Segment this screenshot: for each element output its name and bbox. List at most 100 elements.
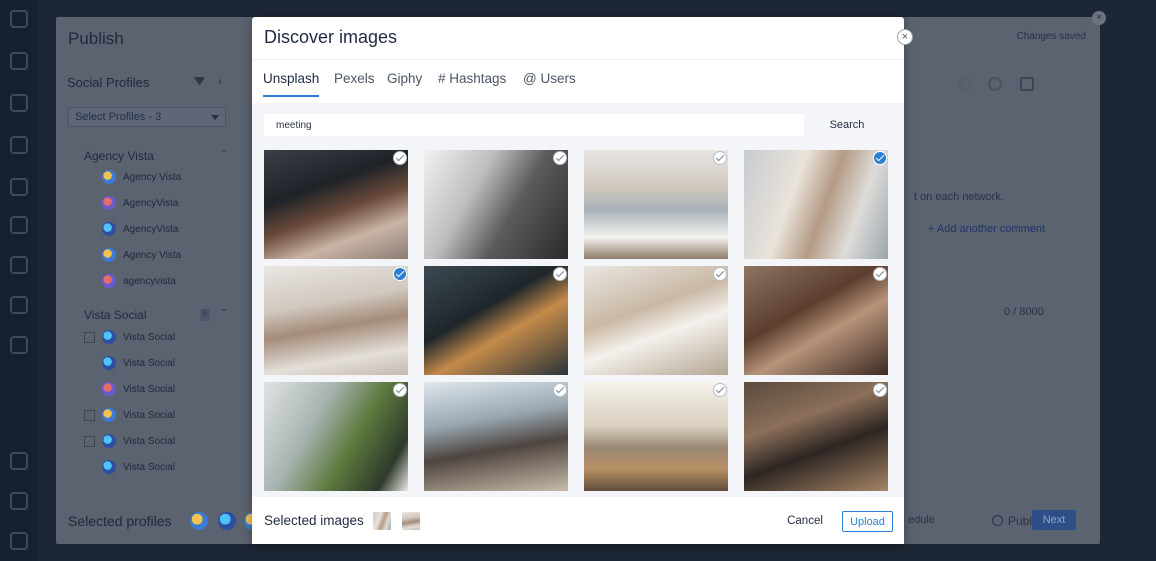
selected-profile-avatar[interactable] (190, 512, 208, 530)
chevron-up-icon[interactable]: ⌃ (220, 308, 228, 319)
chat-icon[interactable] (10, 178, 28, 196)
profile-row[interactable]: Vista Social (84, 355, 234, 373)
profile-row[interactable]: agencyvista (84, 273, 234, 291)
preview-icon[interactable] (1020, 77, 1034, 91)
document-icon[interactable] (10, 336, 28, 354)
profile-row[interactable]: Vista Social (84, 407, 234, 425)
profile-checkbox[interactable] (84, 436, 95, 447)
publish-now-radio[interactable] (992, 515, 1003, 526)
select-check-icon[interactable] (873, 267, 887, 281)
upload-button[interactable]: Upload (842, 511, 893, 532)
select-check-icon[interactable] (393, 267, 407, 281)
profile-name: Vista Social (123, 358, 176, 369)
profile-row[interactable]: Vista Social (84, 459, 234, 477)
network-icon[interactable] (958, 77, 972, 91)
selected-image-thumbnail[interactable] (373, 512, 391, 530)
meeting-photo (424, 266, 568, 375)
profile-row[interactable]: Vista Social (84, 329, 234, 347)
logo-icon[interactable] (10, 10, 28, 28)
help-icon[interactable] (10, 492, 28, 510)
profile-row[interactable]: AgencyVista (84, 221, 234, 239)
meeting-photo (264, 150, 408, 259)
profile-avatar (102, 382, 116, 396)
dashboard-icon[interactable] (10, 52, 28, 70)
meeting-photo (744, 382, 888, 491)
search-input[interactable] (264, 114, 804, 136)
schedule-label[interactable]: edule (908, 514, 935, 526)
calendar-icon[interactable] (10, 216, 28, 234)
cancel-button[interactable]: Cancel (783, 511, 827, 531)
network-icon[interactable] (988, 77, 1002, 91)
tab-unsplash[interactable]: Unsplash (263, 71, 320, 97)
tab-pexels[interactable]: Pexels (334, 71, 375, 97)
edit-icon[interactable] (10, 296, 28, 314)
image-thumbnail[interactable] (584, 382, 728, 491)
group-heading-vista-social[interactable]: Vista Social (84, 308, 146, 322)
select-check-icon[interactable] (393, 383, 407, 397)
group-heading-agency-vista[interactable]: Agency Vista (84, 149, 154, 163)
select-profiles-dropdown[interactable]: Select Profiles - 3 (68, 107, 226, 127)
meeting-photo (264, 266, 408, 375)
next-button[interactable]: Next (1032, 510, 1076, 530)
tab-giphy[interactable]: Giphy (387, 71, 422, 97)
image-thumbnail[interactable] (424, 150, 568, 259)
profile-row[interactable]: Agency Vista (84, 169, 234, 187)
image-thumbnail[interactable] (264, 382, 408, 491)
profile-row[interactable]: Vista Social (84, 433, 234, 451)
image-thumbnail[interactable] (424, 382, 568, 491)
settings-icon[interactable] (10, 532, 28, 550)
selected-profile-avatar[interactable] (218, 512, 236, 530)
profile-row[interactable]: Agency Vista (84, 247, 234, 265)
image-thumbnail[interactable] (584, 150, 728, 259)
chart-icon[interactable] (10, 256, 28, 274)
profile-name: AgencyVista (123, 198, 179, 209)
chevron-up-icon[interactable]: ⌃ (220, 149, 228, 160)
filter-icon[interactable] (194, 77, 205, 86)
publish-title: Publish (68, 29, 124, 48)
select-check-icon[interactable] (873, 383, 887, 397)
select-profiles-label: Select Profiles - 3 (75, 111, 162, 123)
select-check-icon[interactable] (553, 383, 567, 397)
publish-right-column: t on each network. + Add another comment… (906, 17, 1100, 544)
image-thumbnail[interactable] (744, 382, 888, 491)
select-check-icon[interactable] (713, 151, 727, 165)
chevron-left-icon[interactable]: ‹ (218, 74, 222, 88)
send-icon[interactable] (10, 94, 28, 112)
search-button[interactable]: Search (820, 114, 874, 136)
selected-image-thumbnail[interactable] (402, 512, 420, 530)
add-comment-link[interactable]: + Add another comment (928, 223, 1045, 235)
profile-avatar (102, 222, 116, 236)
modal-title: Discover images (264, 27, 398, 47)
profile-name: Vista Social (123, 410, 176, 421)
discover-images-modal: × Discover images Unsplash Pexels Giphy … (252, 17, 913, 544)
profile-row[interactable]: Vista Social (84, 381, 234, 399)
notification-icon[interactable] (10, 452, 28, 470)
select-check-icon[interactable] (553, 151, 567, 165)
select-check-icon[interactable] (393, 151, 407, 165)
profile-checkbox[interactable] (84, 332, 95, 343)
image-thumbnail[interactable] (584, 266, 728, 375)
image-thumbnail[interactable] (744, 150, 888, 259)
tab-users[interactable]: @ Users (523, 71, 576, 97)
profile-avatar (102, 170, 116, 184)
select-check-icon[interactable] (713, 383, 727, 397)
meeting-photo (424, 382, 568, 491)
profile-avatar (102, 196, 116, 210)
inbox-icon[interactable] (10, 136, 28, 154)
image-thumbnail[interactable] (424, 266, 568, 375)
meeting-photo (584, 266, 728, 375)
image-thumbnail[interactable] (264, 266, 408, 375)
image-thumbnail[interactable] (264, 150, 408, 259)
select-check-icon[interactable] (713, 267, 727, 281)
char-counter: 0 / 8000 (1004, 306, 1044, 318)
close-icon[interactable]: × (897, 29, 913, 45)
profile-row[interactable]: AgencyVista (84, 195, 234, 213)
select-check-icon[interactable] (873, 151, 887, 165)
image-thumbnail[interactable] (744, 266, 888, 375)
select-check-icon[interactable] (553, 267, 567, 281)
tab-hashtags[interactable]: # Hashtags (438, 71, 506, 97)
divider (252, 59, 904, 60)
modal-footer: Selected images Cancel Upload (252, 497, 904, 544)
social-profiles-panel: Social Profiles ‹ Select Profiles - 3 Ag… (56, 67, 236, 544)
profile-checkbox[interactable] (84, 410, 95, 421)
